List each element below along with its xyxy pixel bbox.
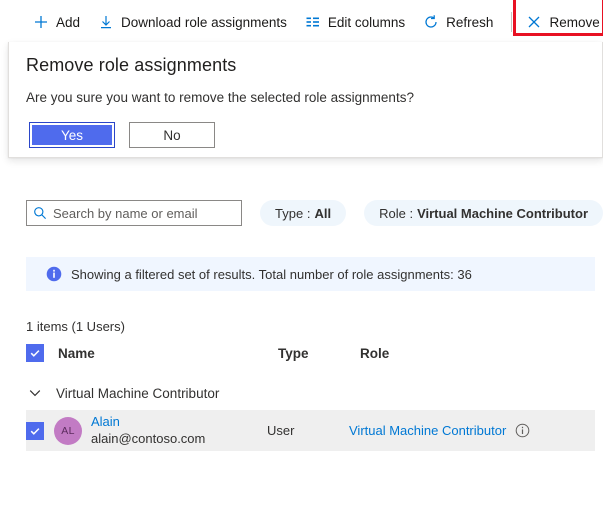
download-role-assignments-label: Download role assignments (121, 14, 287, 30)
close-x-icon (526, 14, 542, 30)
avatar: AL (54, 416, 82, 445)
confirm-yes-button[interactable]: Yes (29, 122, 115, 148)
filter-row: Type : All Role : Virtual Machine Contri… (0, 199, 603, 227)
download-icon (98, 14, 114, 30)
columns-icon (305, 14, 321, 30)
remove-button[interactable]: Remove (519, 7, 603, 37)
row-user-email: alain@contoso.com (91, 430, 206, 446)
download-role-assignments-button[interactable]: Download role assignments (91, 7, 294, 37)
dialog-title: Remove role assignments (26, 55, 237, 75)
search-icon (33, 206, 47, 220)
filter-chip-role-label: Role : (379, 205, 414, 221)
search-input[interactable] (53, 205, 236, 221)
remove-button-label: Remove (549, 14, 600, 30)
command-bar: Add Download role assignments Edit colum… (0, 0, 603, 44)
row-type-cell: User (267, 423, 295, 438)
dialog-button-row: Yes No (29, 122, 215, 148)
group-row-virtual-machine-contributor[interactable]: Virtual Machine Contributor (26, 379, 595, 407)
remove-confirmation-dialog: Remove role assignments Are you sure you… (8, 42, 603, 158)
dialog-message: Are you sure you want to remove the sele… (26, 90, 414, 105)
column-header-type[interactable]: Type (278, 346, 360, 361)
toolbar-divider-left (511, 12, 513, 32)
remove-button-container: Remove (513, 0, 603, 37)
confirm-no-button[interactable]: No (129, 122, 215, 148)
add-button[interactable]: Add (26, 7, 87, 37)
row-user-name[interactable]: Alain (91, 414, 267, 431)
info-outline-icon[interactable] (515, 423, 530, 438)
column-header-role[interactable]: Role (360, 346, 595, 361)
info-filled-icon (46, 266, 62, 282)
chevron-down-icon (26, 384, 44, 402)
refresh-icon (423, 14, 439, 30)
info-banner: Showing a filtered set of results. Total… (26, 257, 595, 291)
edit-columns-button[interactable]: Edit columns (298, 7, 412, 37)
items-count-label: 1 items (1 Users) (26, 319, 125, 334)
select-all-checkbox[interactable] (26, 344, 44, 362)
group-row-label: Virtual Machine Contributor (56, 385, 220, 401)
table-row[interactable]: AL Alain alain@contoso.com User Virtual … (26, 410, 595, 451)
row-name-cell: Alain alain@contoso.com (82, 414, 267, 448)
filter-chip-role[interactable]: Role : Virtual Machine Contributor (364, 200, 603, 226)
list-header-row: Name Type Role (26, 340, 595, 366)
filter-chip-type[interactable]: Type : All (260, 200, 347, 226)
filter-chip-role-value: Virtual Machine Contributor (417, 205, 588, 221)
refresh-label: Refresh (446, 14, 494, 30)
add-button-label: Add (56, 14, 81, 30)
search-box[interactable] (26, 200, 243, 226)
row-checkbox[interactable] (26, 421, 44, 440)
edit-columns-label: Edit columns (327, 14, 406, 30)
filter-chip-type-value: All (314, 205, 332, 221)
column-header-name[interactable]: Name (44, 346, 278, 361)
info-banner-text: Showing a filtered set of results. Total… (71, 266, 472, 282)
row-role-cell: Virtual Machine Contributor (349, 423, 595, 438)
plus-icon (33, 14, 49, 30)
row-role-link[interactable]: Virtual Machine Contributor (349, 423, 506, 438)
refresh-button[interactable]: Refresh (416, 7, 500, 37)
filter-chip-type-label: Type : (275, 205, 311, 221)
